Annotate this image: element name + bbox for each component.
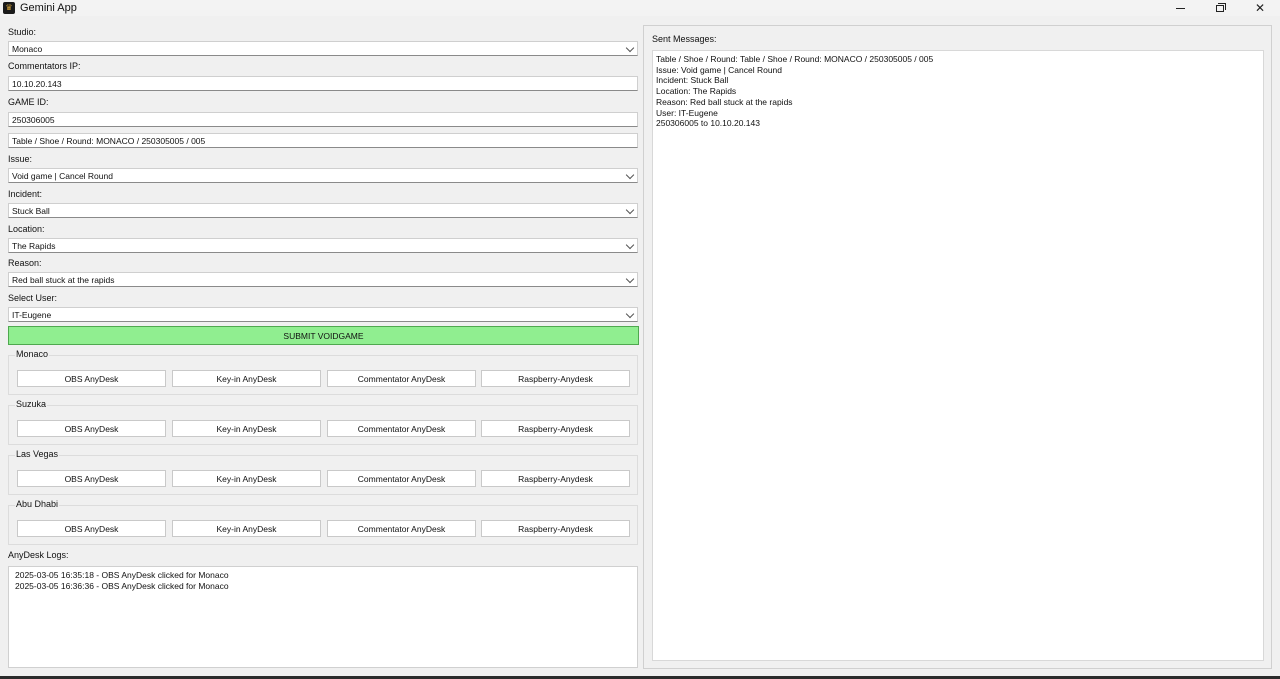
sent-line: Table / Shoe / Round: Table / Shoe / Rou… xyxy=(656,54,934,64)
game-id-input[interactable]: 250306005 xyxy=(8,112,638,127)
commentator-anydesk-button[interactable]: Commentator AnyDesk xyxy=(327,520,476,537)
group-title: Las Vegas xyxy=(15,449,60,459)
chevron-down-icon xyxy=(625,43,635,53)
sent-messages-panel: Sent Messages: Table / Shoe / Round: Tab… xyxy=(643,25,1272,669)
studio-select[interactable]: Monaco xyxy=(8,41,638,56)
issue-label: Issue: xyxy=(8,154,33,164)
group-monaco: Monaco OBS AnyDesk Key-in AnyDesk Commen… xyxy=(8,349,638,395)
issue-select-value: Void game | Cancel Round xyxy=(12,170,113,181)
chevron-down-icon xyxy=(625,274,635,284)
sent-messages-label: Sent Messages: xyxy=(652,34,717,44)
chevron-down-icon xyxy=(625,309,635,319)
obs-anydesk-button[interactable]: OBS AnyDesk xyxy=(17,470,166,487)
user-label: Select User: xyxy=(8,293,58,303)
anydesk-logs-label: AnyDesk Logs: xyxy=(8,550,69,560)
obs-anydesk-button[interactable]: OBS AnyDesk xyxy=(17,420,166,437)
table-shoe-round-value: Table / Shoe / Round: MONACO / 250305005… xyxy=(12,135,206,146)
sent-line: User: IT-Eugene xyxy=(656,107,718,118)
chevron-down-icon xyxy=(625,240,635,250)
gameid-label: GAME ID: xyxy=(8,97,49,107)
commentator-anydesk-button[interactable]: Commentator AnyDesk xyxy=(327,420,476,437)
reason-select[interactable]: Red ball stuck at the rapids xyxy=(8,272,638,287)
issue-select[interactable]: Void game | Cancel Round xyxy=(8,168,638,183)
group-title: Abu Dhabi xyxy=(15,499,60,509)
minimize-icon[interactable] xyxy=(1160,0,1200,16)
window-controls: ✕ xyxy=(1160,0,1280,16)
group-title: Suzuka xyxy=(15,399,48,409)
sent-line: Location: The Rapids xyxy=(656,86,737,97)
sent-line: Issue: Void game | Cancel Round xyxy=(656,64,783,75)
commentator-anydesk-button[interactable]: Commentator AnyDesk xyxy=(327,370,476,387)
ip-label: Commentators IP: xyxy=(8,61,81,71)
log-line: 2025-03-05 16:36:36 - OBS AnyDesk clicke… xyxy=(15,581,229,591)
commentator-anydesk-button[interactable]: Commentator AnyDesk xyxy=(327,470,476,487)
studio-select-value: Monaco xyxy=(12,43,43,54)
sent-line: Incident: Stuck Ball xyxy=(656,75,729,86)
sent-line: Reason: Red ball stuck at the rapids xyxy=(656,96,793,107)
gemini-logo-icon: ♛ xyxy=(3,2,15,14)
sent-line: 250306005 to 10.10.20.143 xyxy=(656,118,760,129)
incident-select-value: Stuck Ball xyxy=(12,205,50,216)
chevron-down-icon xyxy=(625,170,635,180)
obs-anydesk-button[interactable]: OBS AnyDesk xyxy=(17,520,166,537)
group-title: Monaco xyxy=(15,349,50,359)
close-icon[interactable]: ✕ xyxy=(1240,0,1280,16)
location-label: Location: xyxy=(8,224,45,234)
ip-input-value: 10.10.20.143 xyxy=(12,78,62,89)
reason-select-value: Red ball stuck at the rapids xyxy=(12,274,115,285)
reason-label: Reason: xyxy=(8,258,42,268)
raspberry-anydesk-button[interactable]: Raspberry-Anydesk xyxy=(481,420,630,437)
table-shoe-round-field[interactable]: Table / Shoe / Round: MONACO / 250305005… xyxy=(8,133,638,148)
chevron-down-icon xyxy=(625,205,635,215)
commentators-ip-input[interactable]: 10.10.20.143 xyxy=(8,76,638,91)
raspberry-anydesk-button[interactable]: Raspberry-Anydesk xyxy=(481,470,630,487)
raspberry-anydesk-button[interactable]: Raspberry-Anydesk xyxy=(481,520,630,537)
gameid-input-value: 250306005 xyxy=(12,114,55,125)
keyin-anydesk-button[interactable]: Key-in AnyDesk xyxy=(172,420,321,437)
keyin-anydesk-button[interactable]: Key-in AnyDesk xyxy=(172,370,321,387)
log-line: 2025-03-05 16:35:18 - OBS AnyDesk clicke… xyxy=(15,570,229,580)
studio-label: Studio: xyxy=(8,27,37,37)
group-abu-dhabi: Abu Dhabi OBS AnyDesk Key-in AnyDesk Com… xyxy=(8,499,638,545)
group-las-vegas: Las Vegas OBS AnyDesk Key-in AnyDesk Com… xyxy=(8,449,638,495)
raspberry-anydesk-button[interactable]: Raspberry-Anydesk xyxy=(481,370,630,387)
window-title: Gemini App xyxy=(20,2,77,14)
location-select[interactable]: The Rapids xyxy=(8,238,638,253)
incident-select[interactable]: Stuck Ball xyxy=(8,203,638,218)
restore-icon[interactable] xyxy=(1200,0,1240,16)
submit-voidgame-button[interactable]: SUBMIT VOIDGAME xyxy=(8,326,639,345)
incident-label: Incident: xyxy=(8,189,43,199)
user-select-value: IT-Eugene xyxy=(12,309,52,320)
user-select[interactable]: IT-Eugene xyxy=(8,307,638,322)
sent-messages-box[interactable]: Table / Shoe / Round: Table / Shoe / Rou… xyxy=(652,50,1264,661)
group-suzuka: Suzuka OBS AnyDesk Key-in AnyDesk Commen… xyxy=(8,399,638,445)
title-bar: ♛ Gemini App ✕ xyxy=(0,0,1280,16)
keyin-anydesk-button[interactable]: Key-in AnyDesk xyxy=(172,470,321,487)
location-select-value: The Rapids xyxy=(12,240,56,251)
keyin-anydesk-button[interactable]: Key-in AnyDesk xyxy=(172,520,321,537)
anydesk-logs-box[interactable]: 2025-03-05 16:35:18 - OBS AnyDesk clicke… xyxy=(8,566,638,668)
obs-anydesk-button[interactable]: OBS AnyDesk xyxy=(17,370,166,387)
